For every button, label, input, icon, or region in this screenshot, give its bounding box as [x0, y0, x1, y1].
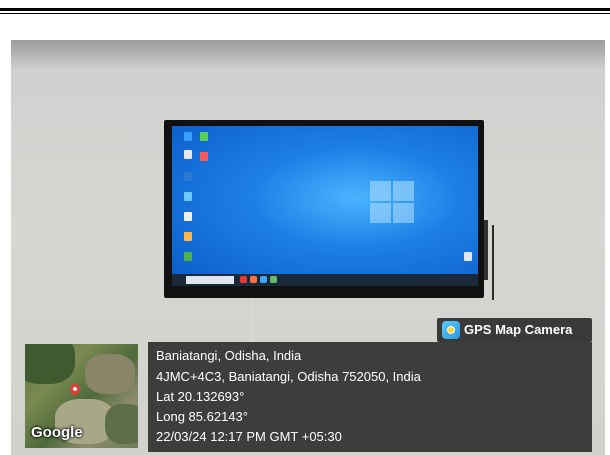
place-name: Baniatangi, Odisha, India: [156, 348, 302, 363]
recycle-bin-icon: [464, 252, 472, 261]
desktop-icon: [184, 150, 192, 159]
desktop-icon: [184, 232, 192, 241]
map-terrain: [25, 344, 75, 384]
power-cable: [492, 225, 494, 300]
location-pin-icon: [67, 381, 83, 397]
taskbar: [172, 274, 478, 286]
badge-label: GPS Map Camera: [464, 322, 573, 337]
address: 4JMC+4C3, Baniatangi, Odisha 752050, Ind…: [156, 369, 421, 384]
taskbar-app-icon: [260, 276, 267, 283]
wall-shadow: [11, 40, 605, 70]
taskbar-app-icon: [250, 276, 257, 283]
display-screen: [172, 126, 478, 286]
latitude: Lat 20.132693°: [156, 389, 245, 404]
desktop-icon: [200, 152, 208, 161]
top-border-thick: [0, 8, 610, 11]
gps-map-camera-logo-icon: [442, 321, 460, 339]
desktop-icon: [184, 192, 192, 201]
desktop-icon: [200, 132, 208, 141]
gps-map-camera-badge: GPS Map Camera: [437, 318, 592, 342]
taskbar-app-icon: [270, 276, 277, 283]
top-border-thin: [0, 13, 610, 14]
map-terrain: [85, 354, 135, 394]
timestamp: 22/03/24 12:17 PM GMT +05:30: [156, 429, 342, 444]
map-terrain: [105, 404, 138, 444]
location-info-panel: Baniatangi, Odisha, India 4JMC+4C3, Bani…: [148, 342, 592, 452]
google-logo: Google: [31, 424, 83, 441]
desktop-icon: [184, 172, 192, 181]
satellite-map-thumbnail: Google: [25, 344, 138, 448]
mount-bracket: [484, 220, 488, 280]
desktop-icon: [184, 132, 192, 141]
taskbar-app-icon: [240, 276, 247, 283]
taskbar-search-box: [186, 276, 234, 284]
windows-logo-icon: [370, 181, 416, 225]
longitude: Long 85.62143°: [156, 409, 248, 424]
desktop-icon: [184, 212, 192, 221]
desktop-icon: [184, 252, 192, 261]
